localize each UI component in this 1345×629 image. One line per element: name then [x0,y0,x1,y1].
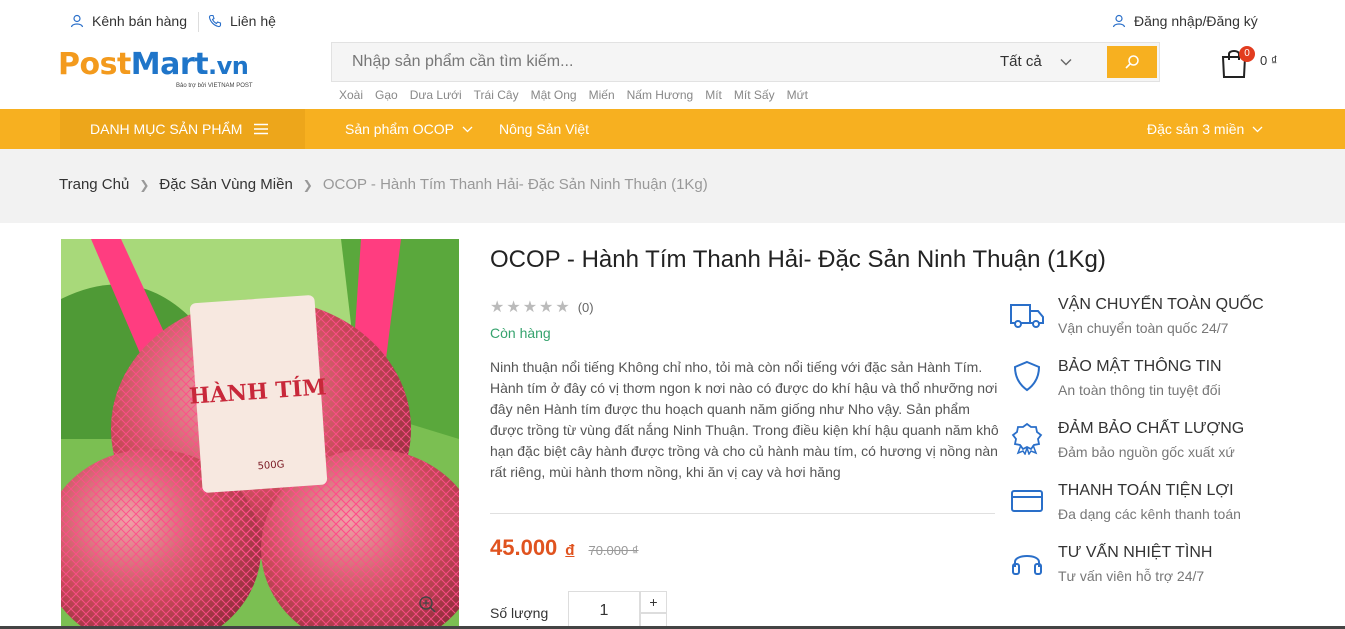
old-price: 70.000 ₫ [588,543,639,558]
chevron-down-icon [1252,126,1263,132]
logo-tagline: Bảo trợ bởi VIETNAM POST [176,83,253,89]
hamburger-icon [254,123,269,135]
feature-title: TƯ VẤN NHIỆT TÌNH [1058,544,1213,561]
keyword-link[interactable]: Xoài [339,88,363,102]
category-menu-label: DANH MỤC SẢN PHẨM [90,121,243,137]
keyword-link[interactable]: Miến [589,88,615,102]
topbar-divider [198,12,199,32]
user-icon [1112,14,1126,28]
headset-icon [1012,555,1042,575]
keyword-link[interactable]: Nấm Hương [627,88,694,102]
nav-dac-san-label: Đặc sản 3 miền [1147,121,1245,137]
feature-title: BẢO MẬT THÔNG TIN [1058,358,1222,375]
bag-weight: 500G [257,459,285,472]
chevron-right-icon: ❯ [302,177,313,192]
category-menu-button[interactable]: DANH MỤC SẢN PHẨM [60,109,305,149]
feature-subtitle: Tư vấn viên hỗ trợ 24/7 [1058,568,1205,584]
nav-nong-san[interactable]: Nông Sản Việt [499,121,589,137]
keyword-link[interactable]: Mật Ong [531,88,577,102]
award-icon [1011,422,1043,455]
credit-card-icon [1011,490,1043,512]
search-bar: Tất cả [331,42,1160,82]
search-icon [1125,55,1139,69]
product-photo: HÀNH TÍM 500G [61,239,459,629]
contact-label: Liên hệ [230,13,276,29]
stock-status: Còn hàng [490,325,551,341]
main-nav: DANH MỤC SẢN PHẨM Sản phẩm OCOP Nông Sản… [0,109,1345,149]
contact-link[interactable]: Liên hệ [208,13,276,29]
product-rating[interactable]: ★ ★ ★ ★ ★ (0) [490,297,594,317]
divider [490,513,995,514]
login-link[interactable]: Đăng nhập/Đăng ký [1112,13,1258,29]
truck-icon [1010,304,1044,328]
feature-title: THANH TOÁN TIỆN LỢI [1058,482,1234,499]
keyword-link[interactable]: Dưa Lưới [410,88,462,102]
keyword-link[interactable]: Mít Sấy [734,88,775,102]
popular-keywords: Xoài Gạo Dưa Lưới Trái Cây Mật Ong Miến … [339,88,808,102]
current-price: 45.000 [490,535,558,560]
star-icon: ★ [539,299,554,316]
feature-title: VẬN CHUYỂN TOÀN QUỐC [1058,296,1264,313]
quantity-label: Số lượng [490,605,549,621]
nav-ocop[interactable]: Sản phẩm OCOP [345,121,473,137]
star-icon: ★ [522,299,538,316]
product-description: Ninh thuận nổi tiếng Không chỉ nho, tỏi … [490,359,999,480]
search-input[interactable] [332,43,982,81]
logo-wordmark: PostMart.vn [58,47,249,82]
cart-amount: 0 ₫ [1260,53,1278,68]
feature-subtitle: Đa dạng các kênh thanh toán [1058,506,1241,522]
star-icon: ★ [555,299,570,316]
user-icon [70,14,84,28]
site-logo[interactable]: PostMart.vn Bảo trợ bởi VIETNAM POST [58,48,288,98]
top-bar: Kênh bán hàng Liên hệ Đăng nhập/Đăng ký [0,0,1345,40]
breadcrumb-category[interactable]: Đặc Sản Vùng Miền [159,176,292,193]
breadcrumb-current: OCOP - Hành Tím Thanh Hải- Đặc Sản Ninh … [322,176,708,193]
product-image[interactable]: HÀNH TÍM 500G [61,239,459,629]
nav-dac-san[interactable]: Đặc sản 3 miền [1147,121,1263,137]
star-icon: ★ [506,299,521,316]
keyword-link[interactable]: Trái Cây [474,88,519,102]
chevron-down-icon [1060,58,1072,65]
breadcrumb: Trang Chủ ❯ Đặc Sản Vùng Miền ❯ OCOP - H… [59,176,708,193]
star-icon: ★ [490,299,505,316]
seller-channel-label: Kênh bán hàng [92,13,187,29]
seller-channel-link[interactable]: Kênh bán hàng [70,13,187,29]
cart[interactable]: 0 0 ₫ [1220,44,1290,80]
feature-security: BẢO MẬT THÔNG TIN An toàn thông tin tuyệ… [1008,355,1308,405]
search-category-select[interactable]: Tất cả [1000,53,1072,70]
rating-count: (0) [577,299,594,315]
price-currency: đ [565,542,575,559]
chevron-down-icon [462,126,473,132]
product-price: 45.000 đ 70.000 ₫ [490,535,639,561]
quantity-increase-button[interactable]: + [640,591,667,613]
feature-payment: THANH TOÁN TIỆN LỢI Đa dạng các kênh tha… [1008,479,1308,529]
feature-subtitle: An toàn thông tin tuyệt đối [1058,382,1221,398]
feature-subtitle: Vận chuyển toàn quốc 24/7 [1058,320,1229,336]
feature-subtitle: Đảm bảo nguồn gốc xuất xứ [1058,444,1235,460]
keyword-link[interactable]: Mít [705,88,722,102]
feature-shipping: VẬN CHUYỂN TOÀN QUỐC Vận chuyển toàn quố… [1008,293,1308,343]
cart-count-badge: 0 [1239,46,1255,62]
breadcrumb-home[interactable]: Trang Chủ [59,176,129,193]
feature-support: TƯ VẤN NHIỆT TÌNH Tư vấn viên hỗ trợ 24/… [1008,541,1308,591]
keyword-link[interactable]: Gạo [375,88,398,102]
nav-nong-san-label: Nông Sản Việt [499,121,590,137]
chevron-right-icon: ❯ [139,177,150,192]
login-label: Đăng nhập/Đăng ký [1134,13,1258,29]
search-category-label: Tất cả [1000,53,1042,70]
search-button[interactable] [1107,46,1157,78]
product-title: OCOP - Hành Tím Thanh Hải- Đặc Sản Ninh … [490,246,1106,273]
breadcrumb-bar: Trang Chủ ❯ Đặc Sản Vùng Miền ❯ OCOP - H… [0,149,1345,223]
quantity-input[interactable] [568,591,640,629]
keyword-link[interactable]: Mứt [787,88,808,102]
feature-title: ĐẢM BẢO CHẤT LƯỢNG [1058,420,1245,437]
phone-icon [208,14,222,28]
shield-icon [1013,360,1041,392]
nav-ocop-label: Sản phẩm OCOP [345,121,454,137]
feature-quality: ĐẢM BẢO CHẤT LƯỢNG Đảm bảo nguồn gốc xuấ… [1008,417,1308,467]
